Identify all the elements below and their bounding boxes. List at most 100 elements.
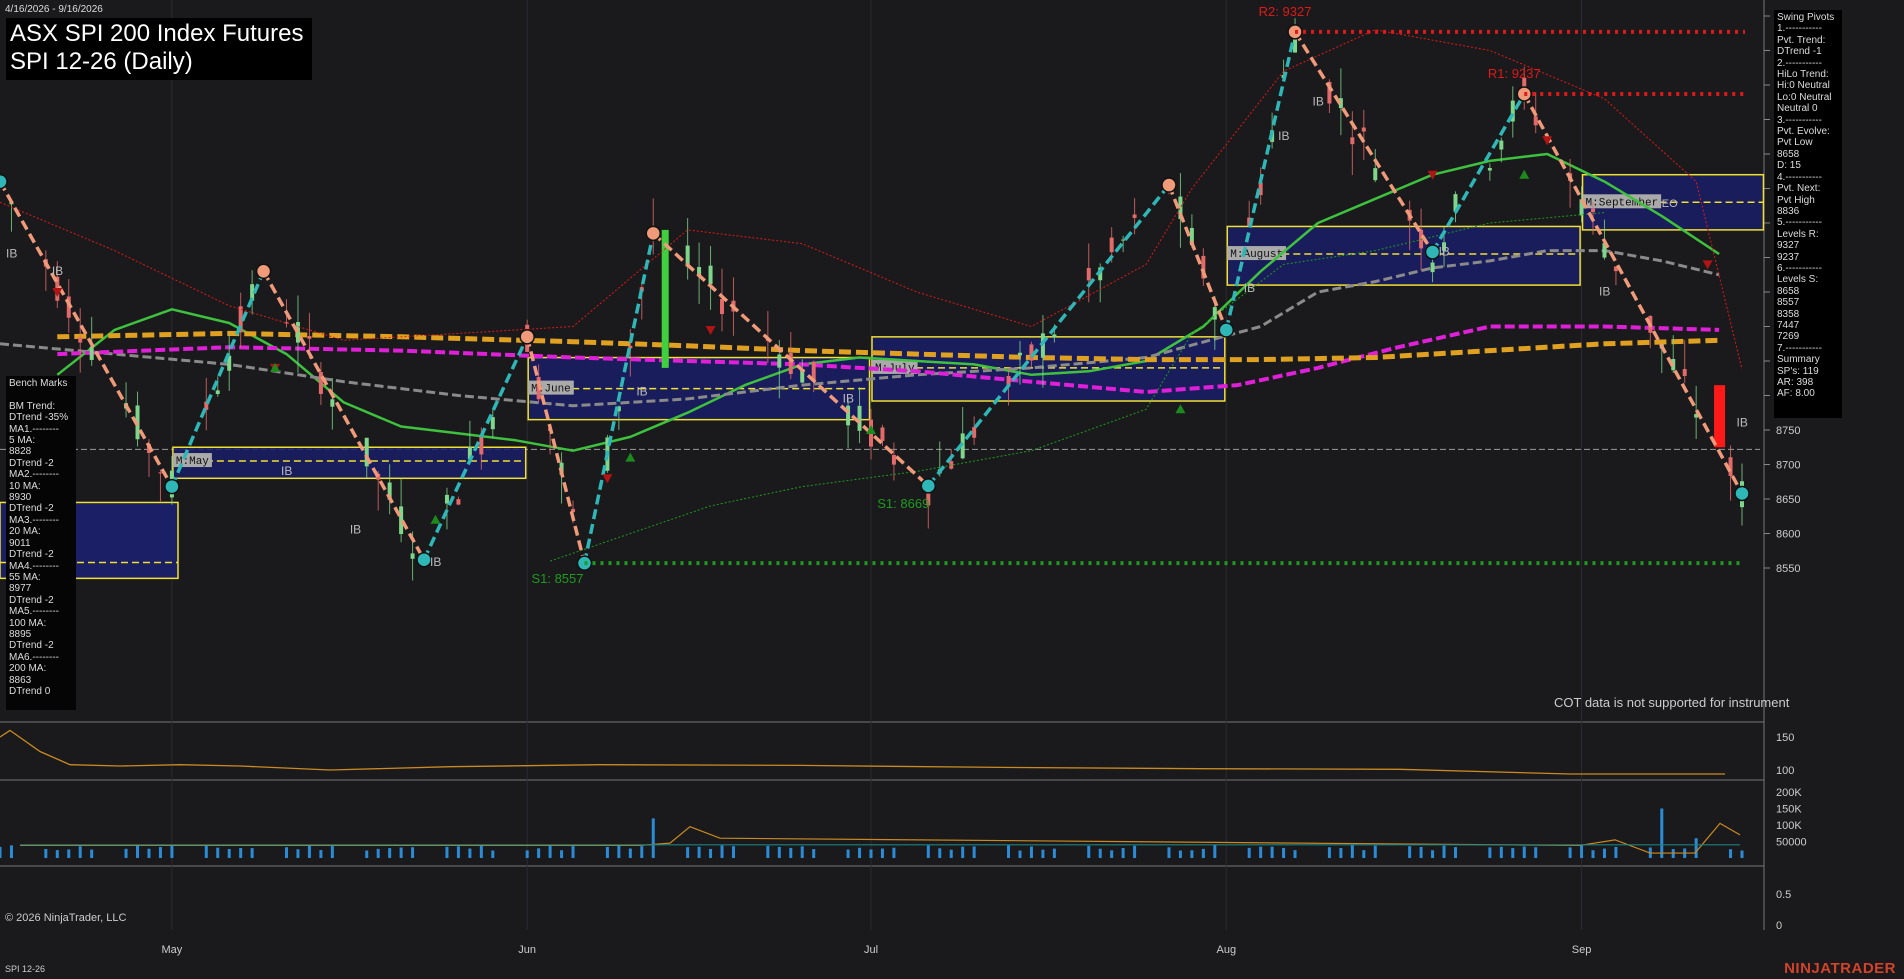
volume-bar	[1614, 846, 1618, 858]
volume-bar	[1431, 850, 1435, 858]
swing-point	[920, 478, 937, 494]
panel-line: MA6.--------	[9, 651, 59, 663]
volume-bar	[1110, 850, 1114, 858]
ib-label: IB	[52, 264, 63, 278]
volume-bar	[1213, 844, 1217, 858]
panel-line: DTrend -2	[9, 457, 54, 469]
volume-bar	[78, 846, 82, 858]
volume-bar	[880, 848, 884, 858]
volume-bar	[376, 848, 380, 858]
volume-bar	[731, 846, 735, 858]
volume-bar	[709, 848, 713, 858]
candle-body	[1533, 116, 1538, 126]
ib-label: IB	[1439, 244, 1450, 258]
panel-line: 2.-----------	[1777, 57, 1822, 69]
volume-bar	[67, 849, 71, 858]
volume-bar	[1041, 849, 1045, 858]
panel-line: 7447	[1777, 319, 1800, 331]
support-level-label: S1: 8669	[877, 496, 929, 511]
candle-body	[444, 494, 449, 504]
swing-point	[164, 478, 180, 495]
panel-line: Summary	[1777, 354, 1820, 366]
volume-bar	[869, 849, 873, 858]
panel-line: 9327	[1777, 240, 1800, 252]
volume-bar	[90, 849, 94, 858]
candle-body	[880, 427, 885, 441]
volume-bar	[640, 846, 644, 858]
swing-point	[1734, 485, 1750, 502]
y-tick-label: 8600	[1776, 529, 1800, 541]
x-tick-label: Jun	[518, 944, 536, 956]
volume-bar	[250, 848, 254, 858]
candle-body	[1052, 334, 1057, 338]
candle-body	[708, 265, 713, 285]
panel-line: DTrend -35%	[9, 412, 69, 424]
panel-line: 8836	[1777, 205, 1800, 217]
volume-bar	[560, 850, 564, 858]
candle-body	[1373, 168, 1378, 181]
panel-line: MA4.--------	[9, 560, 59, 572]
y-tick-label: 8700	[1776, 460, 1800, 472]
swing-point	[645, 225, 661, 242]
panel-line: 8930	[9, 492, 32, 504]
volume-bar	[1270, 846, 1274, 858]
volume-bar	[1408, 846, 1412, 858]
panel-line	[9, 389, 73, 400]
panel-line: 8863	[9, 674, 32, 686]
volume-bar	[1201, 848, 1205, 858]
panel-line: 8658	[1777, 148, 1800, 160]
volume-bar	[1282, 847, 1286, 858]
volume-bar	[1007, 845, 1011, 858]
volume-bar	[926, 845, 930, 858]
candle-body	[1017, 352, 1022, 356]
candle-body	[1350, 137, 1355, 145]
panel-line: 8828	[9, 446, 32, 458]
x-tick-label: Jul	[864, 944, 878, 956]
volume-bar	[1167, 847, 1171, 858]
volume-bar	[766, 845, 770, 858]
volume-bar	[399, 847, 403, 858]
volume-bar	[1029, 846, 1033, 858]
date-range: 4/16/2026 - 9/16/2026	[5, 4, 103, 15]
x-tick-label: Sep	[1572, 944, 1592, 956]
monthly-box-label: M:June	[528, 380, 574, 396]
candle-body	[89, 346, 94, 360]
volume-bar	[1052, 848, 1056, 858]
chart-canvas[interactable]: MayJunJulAugSep8550860086508700875088008…	[0, 0, 1904, 979]
volume-bar	[1602, 848, 1606, 858]
support-level-label: S1: 8557	[531, 571, 583, 586]
x-tick-label: Aug	[1216, 944, 1236, 956]
volume-bar	[330, 846, 334, 858]
monthly-box-label-text: M:July	[875, 363, 915, 375]
cot-y-tick-label: 0.5	[1776, 889, 1791, 901]
volume-bar	[651, 818, 655, 858]
volume-bar	[1488, 847, 1492, 858]
candle-body	[1487, 167, 1492, 171]
panel-line: 8358	[1777, 308, 1800, 320]
panel-line: Lo:0 Neutral	[1777, 91, 1832, 103]
y-tick-label: 8550	[1776, 563, 1800, 575]
panel-line: MA3.--------	[9, 514, 59, 526]
volume-bar	[938, 848, 942, 858]
ib-label: IB	[1244, 281, 1255, 295]
volume-y-tick-label: 200K	[1776, 787, 1802, 799]
panel-line: 8658	[1777, 285, 1800, 297]
volume-bar	[170, 845, 174, 858]
panel-line: Bench Marks	[9, 378, 68, 389]
candle-body	[307, 336, 312, 339]
volume-bar	[1087, 845, 1091, 858]
volume-bar	[239, 848, 243, 858]
indicator-y-tick-label: 150	[1776, 732, 1794, 744]
volume-bar	[136, 845, 140, 858]
volume-bar	[1259, 846, 1263, 858]
ninjatrader-logo: NINJATRADER	[1784, 960, 1896, 977]
swing-pivots-panel: Swing Pivots 1.----------- Pvt. Trend: DTre…	[1774, 10, 1842, 418]
y-tick-label: 8750	[1776, 425, 1800, 437]
swing-point	[519, 329, 535, 345]
eo-label: EO	[1662, 198, 1678, 210]
panel-line: 3.-----------	[1777, 114, 1822, 126]
volume-bar	[1133, 845, 1137, 858]
volume-bar	[548, 845, 552, 858]
panel-line: 8977	[9, 583, 32, 595]
volume-bar	[319, 850, 323, 858]
